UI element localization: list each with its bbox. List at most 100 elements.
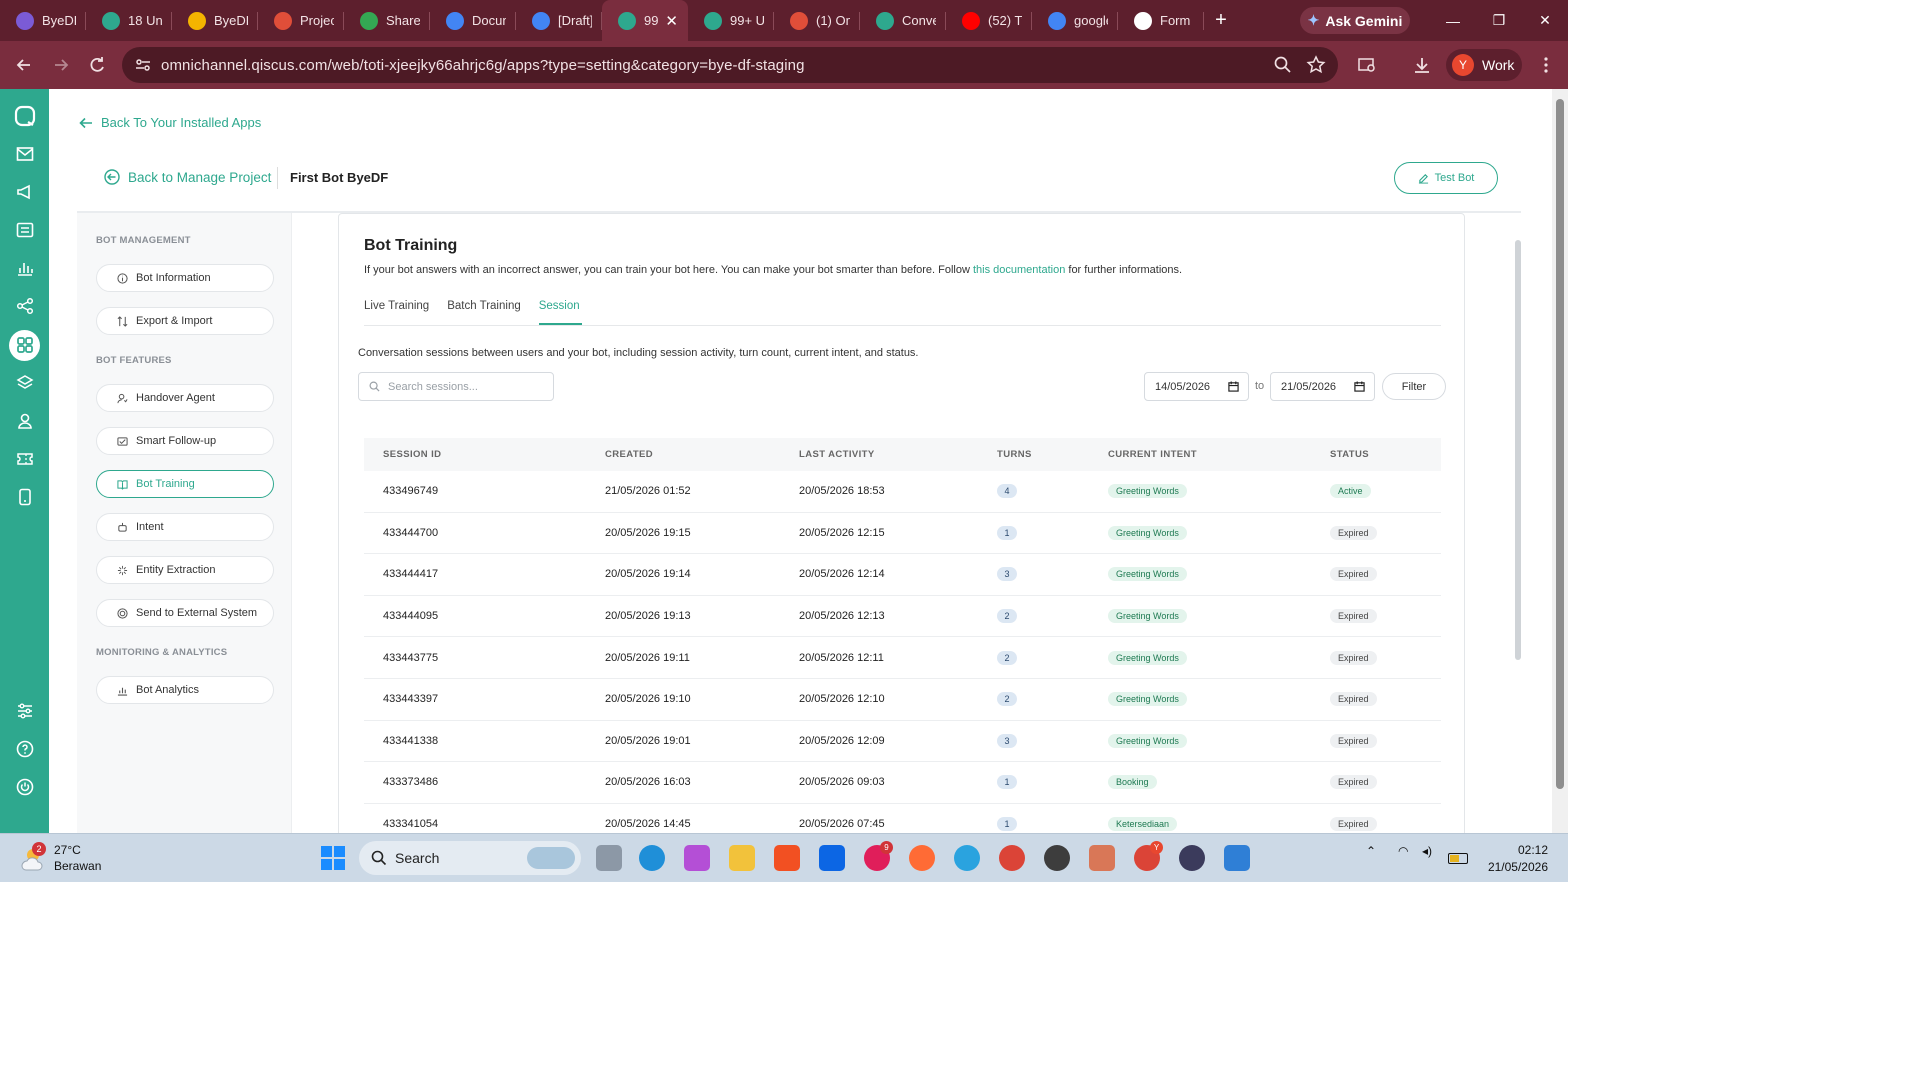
browser-tab[interactable]: Project <box>258 0 344 41</box>
minimize-button[interactable]: — <box>1430 0 1476 41</box>
agent-icon[interactable] <box>16 412 34 430</box>
system-clock[interactable]: 02:12 21/05/2026 <box>1482 842 1548 876</box>
tab-batch-training[interactable]: Batch Training <box>447 300 521 322</box>
browser-tab[interactable]: [Draft]| <box>516 0 602 41</box>
bookmark-star-icon[interactable] <box>1306 55 1326 75</box>
nav-item-send-to-external-system[interactable]: Send to External System <box>96 599 274 627</box>
table-row[interactable]: 433444095 20/05/2026 19:13 20/05/2026 12:1… <box>364 596 1441 638</box>
address-bar[interactable]: omnichannel.qiscus.com/web/toti-xjeejky6… <box>122 47 1338 83</box>
browser-tab[interactable]: 99 ✕ <box>602 0 688 41</box>
card-scrollbar[interactable] <box>1515 240 1521 660</box>
filter-button[interactable]: Filter <box>1382 373 1446 400</box>
tab-live-training[interactable]: Live Training <box>364 300 429 322</box>
ask-gemini-button[interactable]: ✦ Ask Gemini <box>1300 7 1410 34</box>
trello-icon[interactable] <box>819 845 845 871</box>
date-from-field[interactable]: 14/05/2026 <box>1144 372 1249 401</box>
download-icon[interactable] <box>1412 55 1432 75</box>
copilot-icon[interactable] <box>684 845 710 871</box>
nav-item-intent[interactable]: Intent <box>96 513 274 541</box>
browser-tab[interactable]: google <box>1032 0 1118 41</box>
table-row[interactable]: 433496749 21/05/2026 01:52 20/05/2026 18:5… <box>364 471 1441 513</box>
browser-tab[interactable]: Conver <box>860 0 946 41</box>
weather-widget[interactable]: 2 27°C Berawan <box>18 842 101 874</box>
browser-tab[interactable]: 99+ Ur <box>688 0 774 41</box>
nav-item-smart-follow-up[interactable]: Smart Follow-up <box>96 427 274 455</box>
compass-app-icon[interactable] <box>909 845 935 871</box>
browser-tab[interactable]: ByeDF <box>0 0 86 41</box>
back-to-manage-project-link[interactable]: Back to Manage Project <box>104 169 271 185</box>
chrome-icon[interactable] <box>999 845 1025 871</box>
obs-icon[interactable] <box>1044 845 1070 871</box>
nav-item-export-import[interactable]: Export & Import <box>96 307 274 335</box>
nav-item-bot-information[interactable]: Bot Information <box>96 264 274 292</box>
forward-arrow-icon[interactable] <box>51 55 71 75</box>
file-explorer-icon[interactable] <box>729 845 755 871</box>
site-settings-icon[interactable] <box>134 56 152 74</box>
store-icon[interactable] <box>774 845 800 871</box>
edge-icon[interactable] <box>639 845 665 871</box>
ticket-icon[interactable] <box>16 450 34 468</box>
mobile-icon[interactable] <box>16 488 34 506</box>
browser-tab[interactable]: Form E <box>1118 0 1204 41</box>
search-input[interactable]: Search sessions... <box>358 372 554 401</box>
chrome-profile-icon[interactable]: Y <box>1134 841 1163 871</box>
nav-item-bot-training[interactable]: Bot Training <box>96 470 274 498</box>
chat-logo-icon[interactable] <box>14 105 36 127</box>
zoom-icon[interactable] <box>1273 55 1293 75</box>
media-player-icon[interactable] <box>1179 845 1205 871</box>
analytics-icon[interactable] <box>16 259 34 277</box>
chevron-up-icon[interactable]: ⌃ <box>1366 844 1376 858</box>
taskbar-search[interactable]: Search <box>359 841 581 875</box>
documentation-link[interactable]: this documentation <box>973 264 1065 276</box>
table-row[interactable]: 433373486 20/05/2026 16:03 20/05/2026 09:0… <box>364 762 1441 804</box>
test-bot-button[interactable]: Test Bot <box>1394 162 1498 194</box>
telegram-icon[interactable] <box>954 845 980 871</box>
menu-dots-icon[interactable] <box>1536 55 1556 75</box>
close-window-button[interactable]: ✕ <box>1522 0 1568 41</box>
table-row[interactable]: 433444417 20/05/2026 19:14 20/05/2026 12:1… <box>364 554 1441 596</box>
date-to-field[interactable]: 21/05/2026 <box>1270 372 1375 401</box>
browser-tab[interactable]: (1) Om <box>774 0 860 41</box>
layers-icon[interactable] <box>16 374 34 392</box>
browser-tab[interactable]: ByeDF <box>172 0 258 41</box>
slack-icon[interactable]: 9 <box>864 841 893 871</box>
settings-sliders-icon[interactable] <box>16 702 34 720</box>
reload-icon[interactable] <box>87 55 107 75</box>
table-row[interactable]: 433341054 20/05/2026 14:45 20/05/2026 07:4… <box>364 804 1441 833</box>
restore-button[interactable]: ❐ <box>1476 0 1522 41</box>
table-row[interactable]: 433443397 20/05/2026 19:10 20/05/2026 12:1… <box>364 679 1441 721</box>
photos-icon[interactable] <box>1224 845 1250 871</box>
page-scrollbar-thumb[interactable] <box>1556 99 1564 789</box>
nav-item-bot-analytics[interactable]: Bot Analytics <box>96 676 274 704</box>
calendar-icon[interactable] <box>1354 381 1365 392</box>
back-arrow-icon[interactable] <box>14 55 34 75</box>
browser-tab[interactable]: Shared <box>344 0 430 41</box>
integration-icon[interactable] <box>16 297 34 315</box>
back-to-installed-apps-link[interactable]: Back To Your Installed Apps <box>79 115 261 130</box>
nav-item-handover-agent[interactable]: Handover Agent <box>96 384 274 412</box>
calendar-icon[interactable] <box>1228 381 1239 392</box>
power-icon[interactable] <box>16 778 34 796</box>
volume-icon[interactable]: ◂) <box>1422 844 1432 858</box>
task-view-icon[interactable] <box>596 845 622 871</box>
windows-start-icon[interactable] <box>320 845 346 871</box>
broadcast-icon[interactable] <box>16 183 34 201</box>
profile-button[interactable]: Y Work <box>1446 49 1522 81</box>
table-row[interactable]: 433443775 20/05/2026 19:11 20/05/2026 12:1… <box>364 637 1441 679</box>
wifi-icon[interactable]: ◠ <box>1398 844 1408 858</box>
inbox-icon[interactable] <box>16 145 34 163</box>
nav-item-entity-extraction[interactable]: Entity Extraction <box>96 556 274 584</box>
tab-session[interactable]: Session <box>539 300 580 322</box>
claude-icon[interactable] <box>1089 845 1115 871</box>
table-row[interactable]: 433444700 20/05/2026 19:15 20/05/2026 12:1… <box>364 513 1441 555</box>
help-icon[interactable] <box>16 740 34 758</box>
browser-tab[interactable]: (52) Ty <box>946 0 1032 41</box>
table-row[interactable]: 433441338 20/05/2026 19:01 20/05/2026 12:0… <box>364 721 1441 763</box>
new-tab-button[interactable]: + <box>1204 9 1238 32</box>
close-tab-icon[interactable]: ✕ <box>665 12 678 30</box>
browser-tab[interactable]: 18 Uns <box>86 0 172 41</box>
tab-search-icon[interactable] <box>1357 55 1377 75</box>
contacts-icon[interactable] <box>16 221 34 239</box>
browser-tab[interactable]: Docum <box>430 0 516 41</box>
apps-grid-icon[interactable] <box>16 336 34 354</box>
